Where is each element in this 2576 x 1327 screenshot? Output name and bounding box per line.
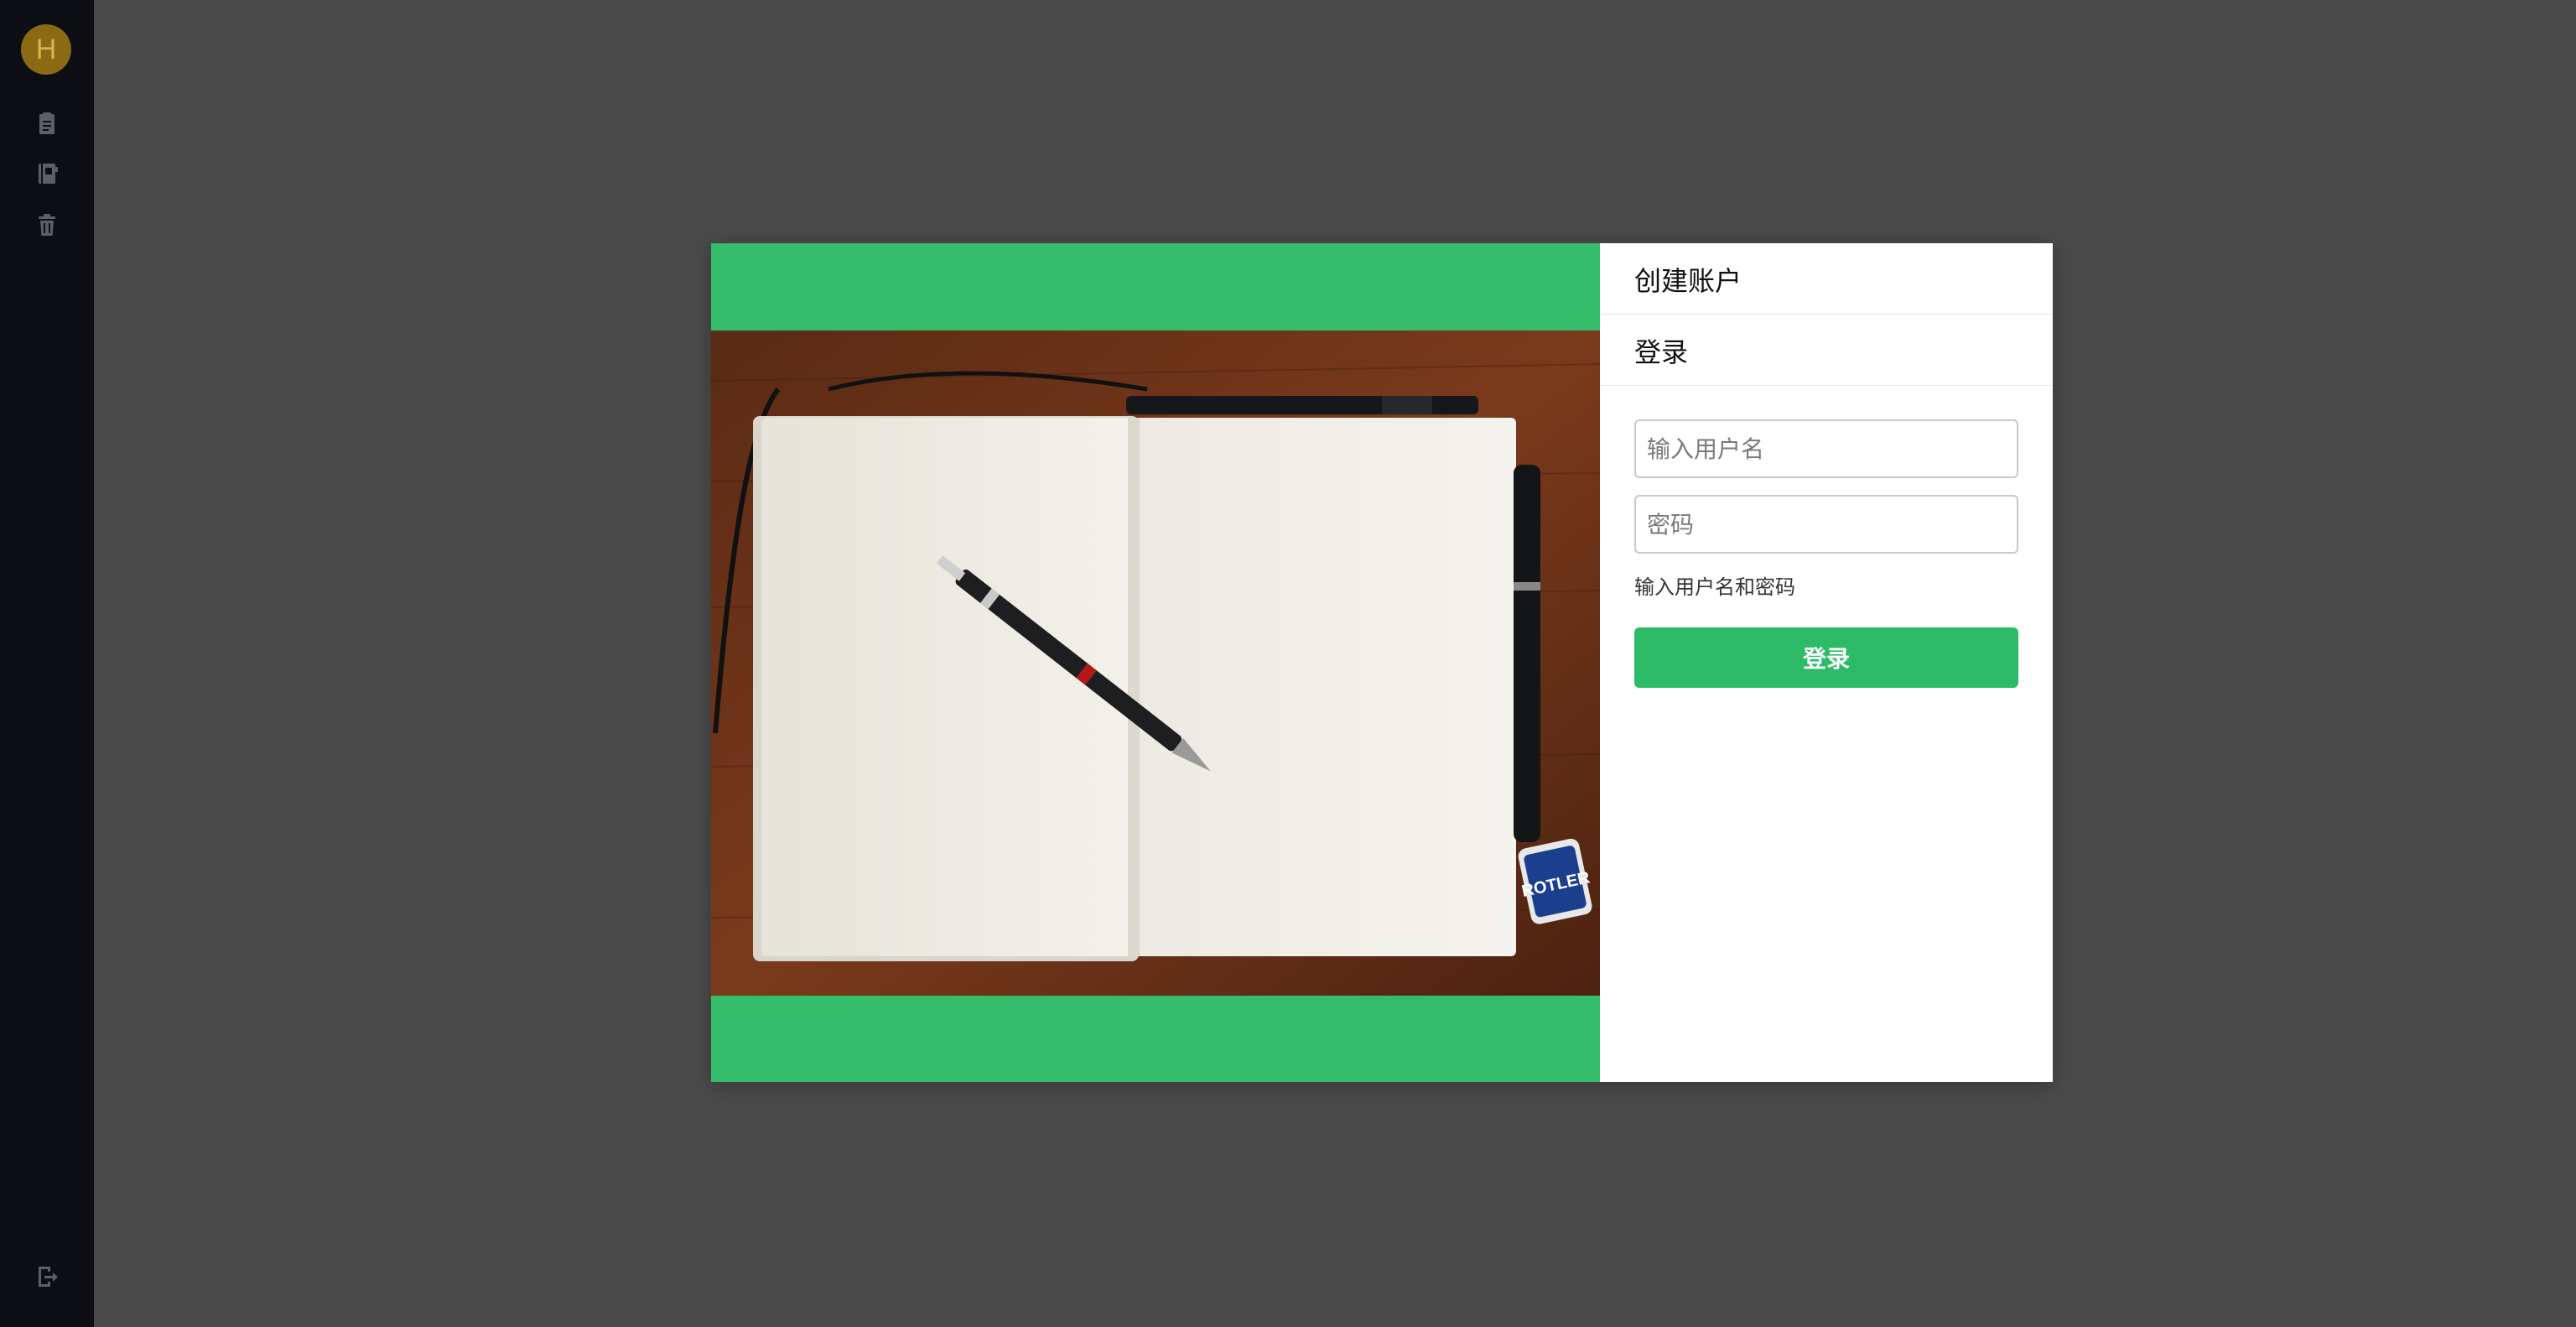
form-hint: 输入用户名和密码 [1634, 575, 1795, 599]
login-form: 输入用户名和密码 登录 [1634, 419, 2018, 688]
modal-overlay[interactable]: ROTLER 创建账户 登录 输入用户名和密码 登录 [94, 0, 2576, 1327]
password-input[interactable] [1634, 495, 2018, 554]
avatar[interactable]: H [21, 24, 71, 75]
logout-icon[interactable] [34, 1263, 60, 1290]
tab-create-account[interactable]: 创建账户 [1600, 243, 2053, 315]
tab-login[interactable]: 登录 [1600, 315, 2053, 386]
login-modal: ROTLER 创建账户 登录 输入用户名和密码 登录 [711, 243, 2053, 1082]
username-input[interactable] [1634, 419, 2018, 478]
trash-icon[interactable] [34, 211, 60, 238]
notebook-icon[interactable] [34, 160, 60, 187]
sidebar: H [0, 0, 94, 1327]
notebook-photo: ROTLER [711, 330, 1600, 996]
auth-panel: 创建账户 登录 输入用户名和密码 登录 [1600, 243, 2053, 1082]
note-icon[interactable] [34, 111, 60, 138]
hero-panel: ROTLER [711, 243, 1600, 1082]
login-button[interactable]: 登录 [1634, 627, 2018, 688]
